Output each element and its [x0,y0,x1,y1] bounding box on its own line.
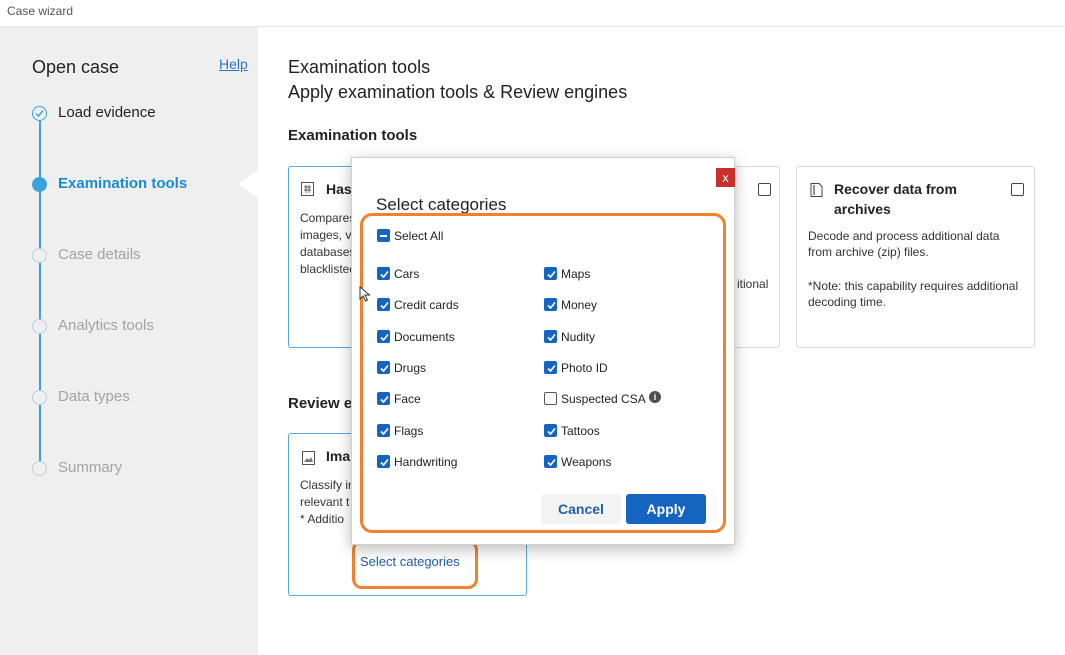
card-body-line: databases [300,245,356,259]
option-label: Weapons [561,455,612,469]
card-title: Ima [326,448,351,464]
page-title: Examination tools [288,57,431,77]
examination-tools-heading: Examination tools [288,127,418,144]
option-label: Photo ID [561,361,608,375]
active-step-dot-icon [32,177,47,192]
card-body-line: Compares [300,211,356,225]
apply-button[interactable]: Apply [626,494,706,524]
checked-box-icon [377,267,390,280]
option-label: Drugs [394,361,427,375]
checked-box-icon [544,361,557,374]
select-categories-link[interactable]: Select categories [360,554,460,569]
window-title: Case wizard [7,4,74,18]
card-body-line: Classify in [300,478,355,492]
dialog-title: Select categories [376,195,507,214]
option-label: Maps [561,267,591,281]
page-subtitle: Apply examination tools & Review engines [288,82,628,102]
mouse-cursor-icon [359,286,371,302]
card-body-line: blacklisted [300,262,357,276]
checked-box-icon [377,361,390,374]
image-icon [302,451,315,465]
step-label: Data types [58,388,130,405]
checked-box-icon [377,330,390,343]
help-link[interactable]: Help [219,56,248,72]
option-label: Tattoos [561,424,600,438]
card-title: Has [326,181,352,197]
option-label: Select All [394,229,444,243]
step-dot-icon [32,319,47,334]
card-note: *Note: this capability requires addition… [808,279,1019,309]
step-label: Load evidence [58,104,156,121]
close-icon[interactable]: x [716,168,735,187]
card-title: Recover data from archives [834,181,957,217]
checked-box-icon [544,298,557,311]
option-label: Suspected CSA [561,392,646,406]
card-body-fragment: itional [737,277,769,291]
card-body-line: * Additio [300,512,345,526]
checked-box-icon [377,298,390,311]
step-dot-icon [32,248,47,263]
step-dot-icon [32,461,47,476]
card-checkbox[interactable] [1011,183,1024,196]
card-body-line: relevant t [300,495,350,509]
step-label: Summary [58,459,123,476]
checked-box-icon [544,455,557,468]
check-circle-icon [32,106,47,121]
info-icon[interactable]: i [649,391,661,403]
checked-box-icon [544,424,557,437]
card-body: Decode and process additional data from … [808,229,1000,259]
unchecked-box-icon [544,392,557,405]
card-checkbox[interactable] [758,183,771,196]
recover-archives-card[interactable]: Recover data from archives Decode and pr… [796,166,1035,348]
option-label: Flags [394,424,424,438]
review-engines-heading: Review e [288,395,353,412]
option-label: Handwriting [394,455,458,469]
sidebar-heading: Open case [32,57,120,77]
wizard-sidebar: Open case Help Load evidence Examination… [0,27,258,655]
checked-box-icon [377,392,390,405]
step-label: Examination tools [58,175,188,192]
step-label: Analytics tools [58,317,154,334]
window-titlebar: Case wizard [0,0,1065,27]
step-dot-icon [32,390,47,405]
archive-file-icon [810,183,823,197]
card-body-line: images, vi [300,228,355,242]
checked-box-icon [377,424,390,437]
option-label: Nudity [561,330,596,344]
checked-box-icon [377,455,390,468]
option-label: Money [561,298,598,312]
option-label: Face [394,392,421,406]
checked-box-icon [544,267,557,280]
option-label: Credit cards [394,298,459,312]
step-timeline [39,121,41,476]
option-label: Documents [394,330,455,344]
cancel-button[interactable]: Cancel [541,494,621,524]
option-label: Cars [394,267,420,281]
select-categories-dialog: x Select categories Select All Cars Credi… [351,157,735,545]
step-label: Case details [58,246,141,263]
indeterminate-checkbox-icon [377,229,390,242]
checked-box-icon [544,330,557,343]
active-step-pointer [238,170,258,198]
hash-icon [301,182,314,196]
